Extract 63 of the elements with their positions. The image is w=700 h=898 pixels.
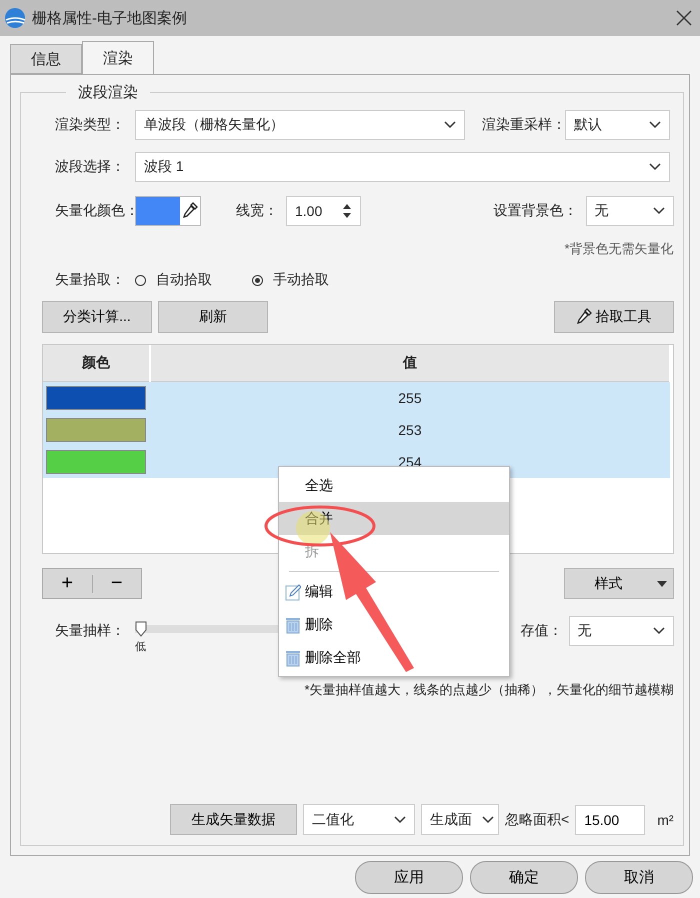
group-title: 波段渲染 — [77, 83, 139, 102]
action-button[interactable]: 刷新 — [158, 301, 268, 333]
area-input[interactable]: 15.00 — [575, 804, 646, 834]
mode-dropdown[interactable]: 二值化 — [303, 804, 415, 835]
chevron-down-icon — [652, 627, 665, 635]
line-width-spinbox[interactable]: 1.00 — [286, 196, 361, 226]
menu-item[interactable]: 删除全部 — [279, 641, 509, 674]
table-cell: 255 — [398, 390, 422, 406]
hint-text: *背景色无需矢量化 — [564, 241, 674, 256]
hint-text: *矢量抽样值越大，线条的点越少（抽稀），矢量化的细节越模糊 — [304, 682, 674, 697]
output-dropdown[interactable]: 生成面 — [421, 804, 499, 835]
style-button[interactable]: 样式 — [564, 568, 674, 599]
menu-item[interactable]: 删除 — [279, 608, 509, 641]
eyedropper-icon — [182, 202, 198, 220]
field-label: 渲染类型： — [54, 116, 126, 134]
field-label: 线宽： — [236, 202, 279, 220]
dialog-button[interactable]: 确定 — [470, 860, 578, 894]
spinner-arrows-icon — [342, 203, 352, 219]
trash-icon — [285, 616, 301, 634]
table-cell: 253 — [398, 422, 422, 438]
pick-tool-button[interactable]: 拾取工具 — [554, 301, 674, 333]
eyedropper-icon — [576, 308, 592, 326]
field-label: 矢量化颜色： — [54, 202, 135, 220]
dialog-button[interactable]: 取消 — [585, 860, 693, 894]
field-label: 存值： — [520, 622, 563, 640]
column-header: 颜色 — [43, 345, 150, 382]
chevron-down-icon — [652, 207, 665, 215]
color-picker[interactable] — [135, 196, 201, 226]
tab[interactable]: 渲染 — [82, 41, 154, 74]
chevron-down-icon — [649, 163, 661, 171]
generate-button[interactable]: 生成矢量数据 — [170, 804, 297, 835]
field-label: 矢量抽样： — [54, 622, 126, 640]
nodata-dropdown[interactable]: 无 — [568, 616, 674, 646]
tab[interactable]: 信息 — [10, 44, 82, 74]
band-dropdown[interactable]: 波段 1 — [135, 152, 670, 182]
background-dropdown[interactable]: 无 — [586, 196, 674, 226]
chevron-down-icon — [444, 121, 456, 129]
app-logo-icon — [4, 7, 26, 29]
caret-icon — [656, 580, 667, 586]
radio-option[interactable]: 自动拾取 — [135, 271, 212, 289]
chevron-down-icon — [482, 816, 494, 824]
column-header: 值 — [150, 345, 670, 382]
radio-option[interactable]: 手动拾取 — [252, 271, 329, 289]
pencil-icon — [285, 582, 301, 600]
dialog-button[interactable]: 应用 — [355, 860, 463, 894]
action-button[interactable]: 分类计算... — [42, 301, 152, 333]
unit-label: m² — [657, 812, 674, 828]
render-type-dropdown[interactable]: 单波段（栅格矢量化） — [135, 110, 465, 140]
add-button[interactable]: + — [43, 569, 92, 598]
chevron-down-icon — [649, 121, 661, 129]
resample-dropdown[interactable]: 默认 — [565, 110, 670, 140]
trash-icon — [285, 648, 301, 666]
slider-min-label: 低 — [135, 640, 147, 654]
chevron-down-icon — [394, 816, 406, 824]
slider-thumb[interactable] — [135, 620, 147, 636]
remove-button[interactable]: − — [92, 569, 141, 598]
field-label: 渲染重采样： — [482, 116, 565, 134]
field-label: 波段选择： — [54, 158, 126, 176]
field-label: 矢量拾取： — [54, 271, 126, 289]
field-label: 设置背景色： — [494, 202, 578, 220]
window-title: 栅格属性-电子地图案例 — [32, 8, 188, 28]
field-label: 忽略面积< — [505, 810, 570, 828]
close-icon[interactable] — [676, 10, 692, 26]
